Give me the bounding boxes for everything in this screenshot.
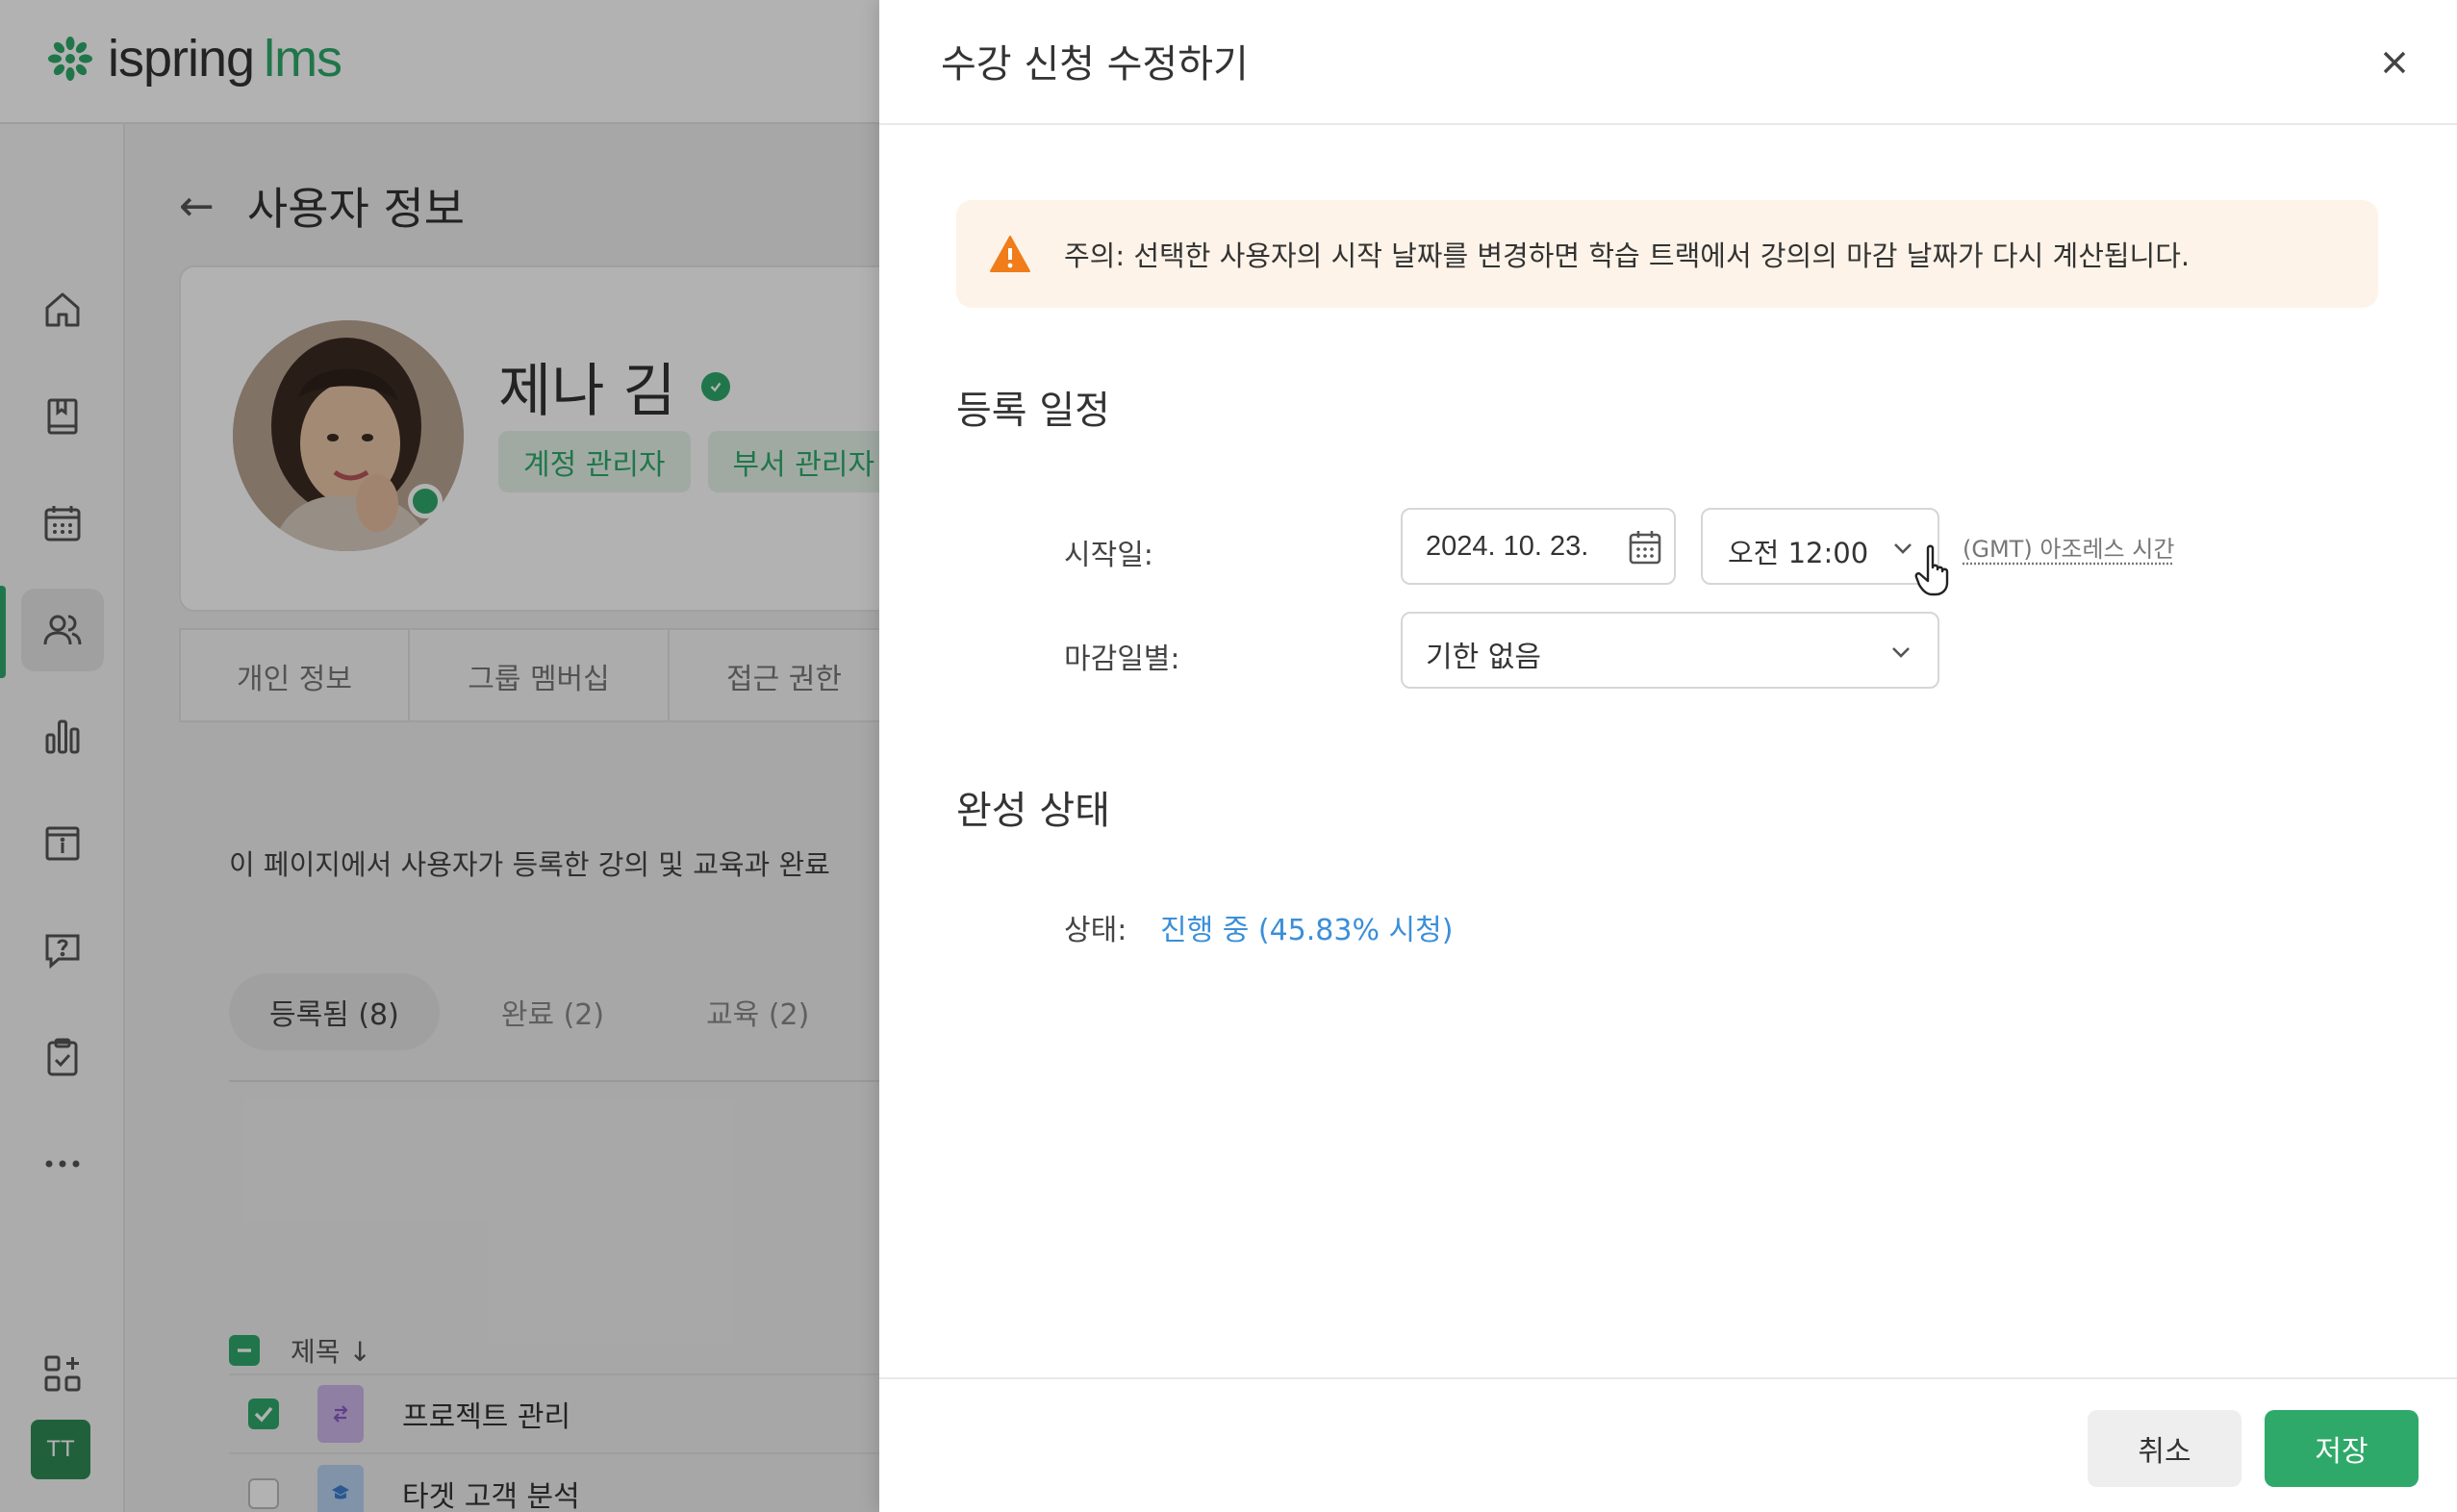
warning-triangle-icon	[989, 235, 1031, 273]
close-icon	[2380, 48, 2409, 77]
panel-header: 수강 신청 수정하기	[879, 0, 2457, 125]
start-time-select[interactable]: 오전 12:00	[1701, 508, 1939, 585]
start-date-value: 2024. 10. 23.	[1426, 531, 1588, 563]
warning-banner: 주의: 선택한 사용자의 시작 날짜를 변경하면 학습 트랙에서 강의의 마감 …	[956, 200, 2378, 308]
close-button[interactable]	[2370, 38, 2419, 87]
chevron-down-icon	[1889, 644, 1912, 660]
due-date-label: 마감일별:	[1064, 635, 1180, 677]
status-label: 상태:	[1064, 906, 1127, 948]
save-button[interactable]: 저장	[2265, 1410, 2419, 1487]
chevron-down-icon	[1891, 541, 1914, 556]
panel-title: 수강 신청 수정하기	[941, 33, 1249, 88]
cancel-button[interactable]: 취소	[2088, 1410, 2242, 1487]
schedule-section-title: 등록 일정	[956, 379, 1110, 435]
start-time-value: 오전 12:00	[1728, 531, 1868, 571]
calendar-picker-icon[interactable]	[1628, 529, 1662, 566]
due-date-value: 기한 없음	[1426, 633, 1541, 675]
timezone-link[interactable]: (GMT) 아조레스 시간	[1963, 530, 2174, 564]
edit-enrollment-panel: 수강 신청 수정하기 주의: 선택한 사용자의 시작 날짜를 변경하면 학습 트…	[879, 0, 2457, 1512]
panel-footer: 취소 저장	[879, 1377, 2457, 1512]
warning-text: 주의: 선택한 사용자의 시작 날짜를 변경하면 학습 트랙에서 강의의 마감 …	[1064, 234, 2190, 274]
start-date-label: 시작일:	[1064, 531, 1153, 573]
due-date-select[interactable]: 기한 없음	[1401, 612, 1939, 689]
start-date-input[interactable]: 2024. 10. 23.	[1401, 508, 1676, 585]
completion-section-title: 완성 상태	[956, 779, 1110, 835]
status-value-link[interactable]: 진행 중 (45.83% 시청)	[1160, 906, 1453, 948]
